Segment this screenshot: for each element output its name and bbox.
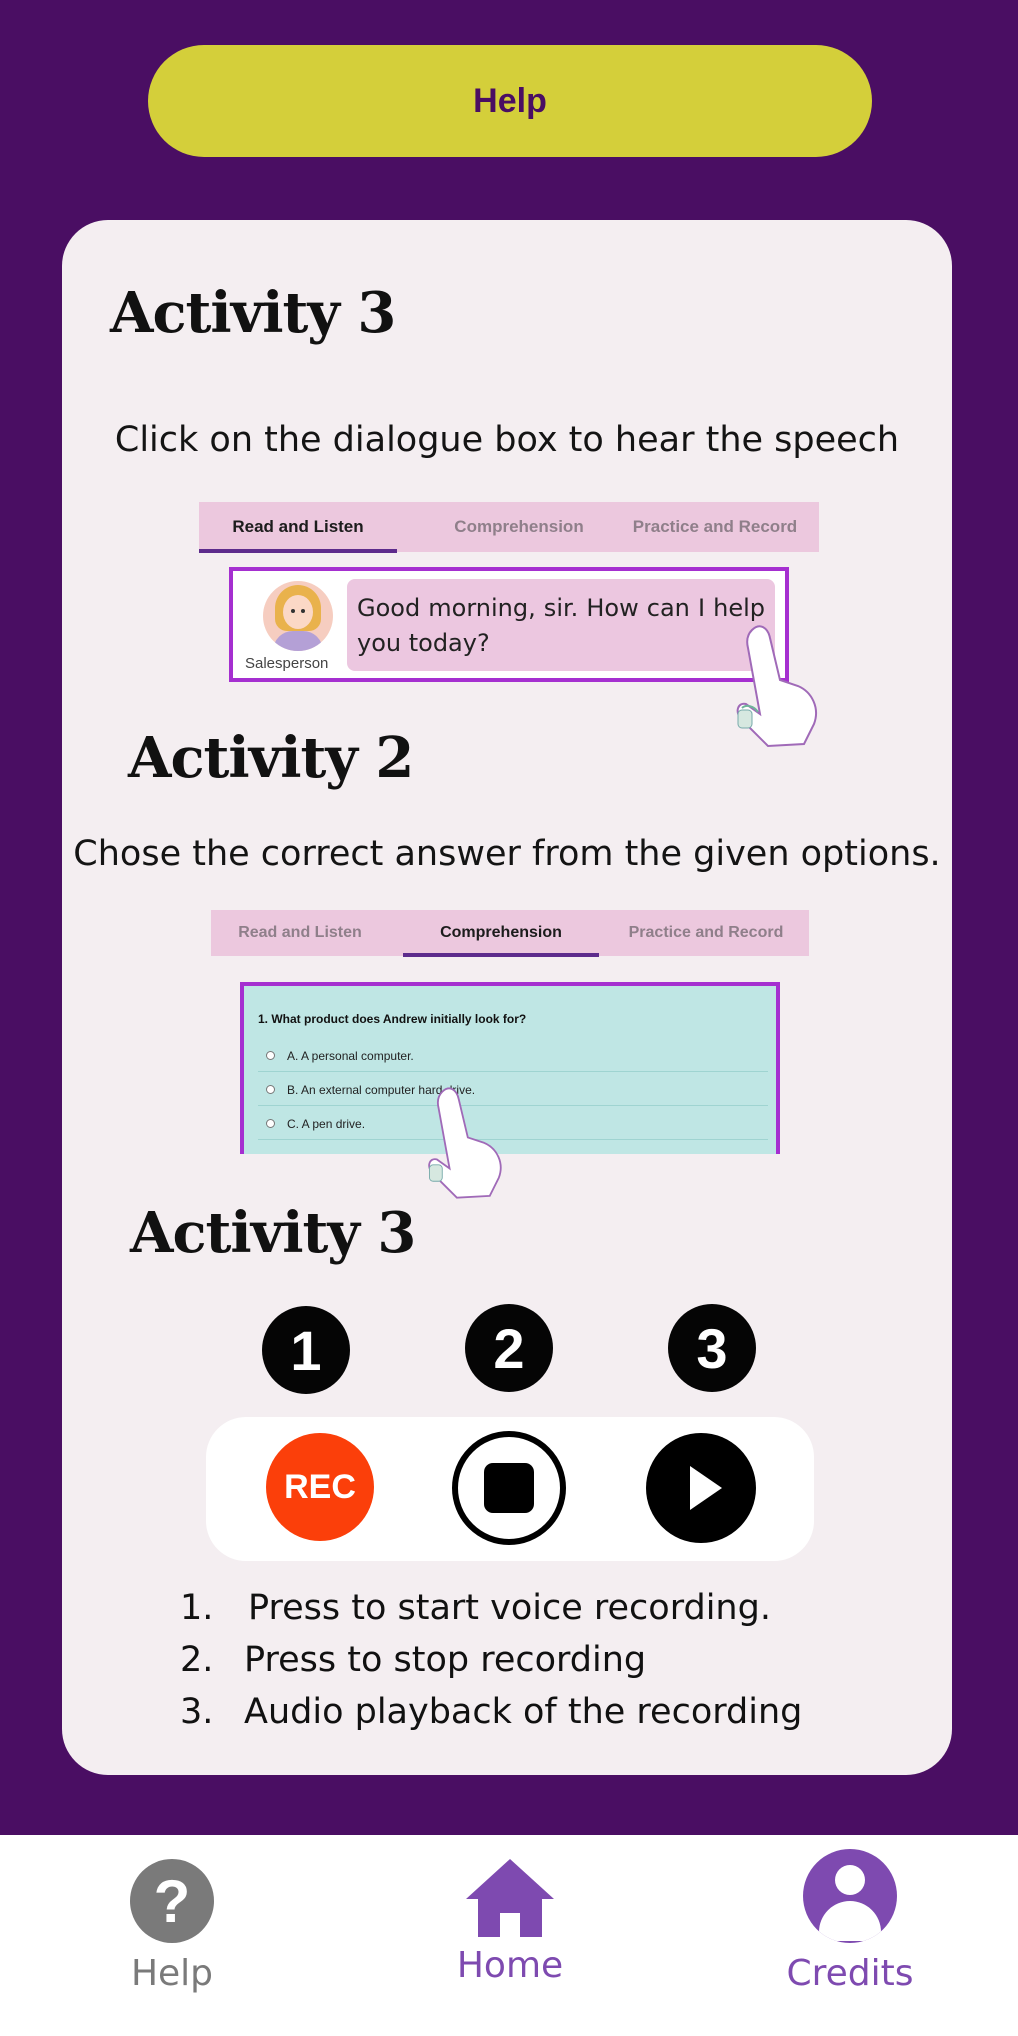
nav-credits-label: Credits: [786, 1953, 914, 1994]
home-icon: [466, 1859, 554, 1937]
nav-help-label: Help: [130, 1953, 214, 1994]
bottom-nav: ? Help Home Credits: [0, 1835, 1018, 2036]
nav-credits[interactable]: Credits: [770, 1835, 930, 2036]
dialogue-example: Salesperson Good morning, sir. How can I…: [229, 567, 789, 682]
stop-button[interactable]: [452, 1431, 566, 1545]
record-button[interactable]: REC: [266, 1433, 374, 1541]
dialogue-bubble: Good morning, sir. How can I help you to…: [347, 579, 775, 671]
activity-title-read-listen: Activity 3: [110, 280, 396, 346]
hand-pointer-icon: [736, 625, 817, 748]
step-item: 1. Press to start voice recording.: [180, 1588, 771, 1628]
app-root: Help Activity 3 Click on the dialogue bo…: [0, 0, 1018, 2036]
quiz-option: A. A personal computer.: [258, 1040, 768, 1072]
tab-comprehension: Comprehension: [454, 517, 584, 536]
radio-icon: [266, 1051, 275, 1060]
speaker-label: Salesperson: [245, 655, 329, 672]
step-number-2: 2: [465, 1304, 553, 1392]
nav-home-label: Home: [456, 1945, 564, 1986]
activity-instruction-read-listen: Click on the dialogue box to hear the sp…: [114, 420, 900, 460]
quiz-question: 1. What product does Andrew initially lo…: [258, 1012, 527, 1026]
quiz-option: C. A pen drive.: [258, 1108, 768, 1140]
step-number-3: 3: [668, 1304, 756, 1392]
activity-instruction-comprehension: Chose the correct answer from the given …: [73, 834, 941, 874]
instructions-card: Activity 3 Click on the dialogue box to …: [62, 220, 952, 1775]
tab-practice-and-record: Practice and Record: [632, 517, 798, 536]
step-item: 2. Press to stop recording: [180, 1640, 647, 1680]
quiz-example: 1. What product does Andrew initially lo…: [240, 982, 780, 1154]
salesperson-avatar: [263, 581, 333, 651]
nav-help[interactable]: ? Help: [112, 1835, 232, 2036]
user-icon: [803, 1849, 897, 1943]
tab-comprehension: Comprehension: [403, 910, 599, 957]
steps-list: 1. Press to start voice recording. 2. Pres…: [180, 1582, 802, 1738]
help-button[interactable]: Help: [148, 45, 872, 157]
stop-icon: [484, 1463, 534, 1513]
question-mark-icon: ?: [130, 1859, 214, 1943]
step-item: 3. Audio playback of the recording: [180, 1692, 803, 1732]
record-label: REC: [284, 1467, 356, 1506]
radio-icon: [266, 1119, 275, 1128]
recording-controls: REC: [206, 1417, 814, 1561]
nav-home[interactable]: Home: [440, 1835, 580, 2036]
activity-title-record: Activity 3: [130, 1200, 416, 1266]
tab-practice-and-record: Practice and Record: [628, 924, 784, 941]
step-number-1: 1: [262, 1306, 350, 1394]
play-icon: [690, 1466, 722, 1510]
hand-pointer-icon: [428, 1087, 502, 1199]
play-button[interactable]: [646, 1433, 756, 1543]
tab-read-and-listen: Read and Listen: [199, 502, 397, 553]
radio-icon: [266, 1085, 275, 1094]
tab-read-and-listen: Read and Listen: [238, 924, 362, 941]
screenshot-tabs-a: Read and Listen Comprehension Practice a…: [199, 502, 819, 553]
help-button-label: Help: [473, 81, 547, 120]
activity-title-comprehension: Activity 2: [128, 725, 414, 791]
screenshot-tabs-b: Read and Listen Comprehension Practice a…: [211, 910, 809, 957]
quiz-option: B. An external computer hard drive.: [258, 1074, 768, 1106]
